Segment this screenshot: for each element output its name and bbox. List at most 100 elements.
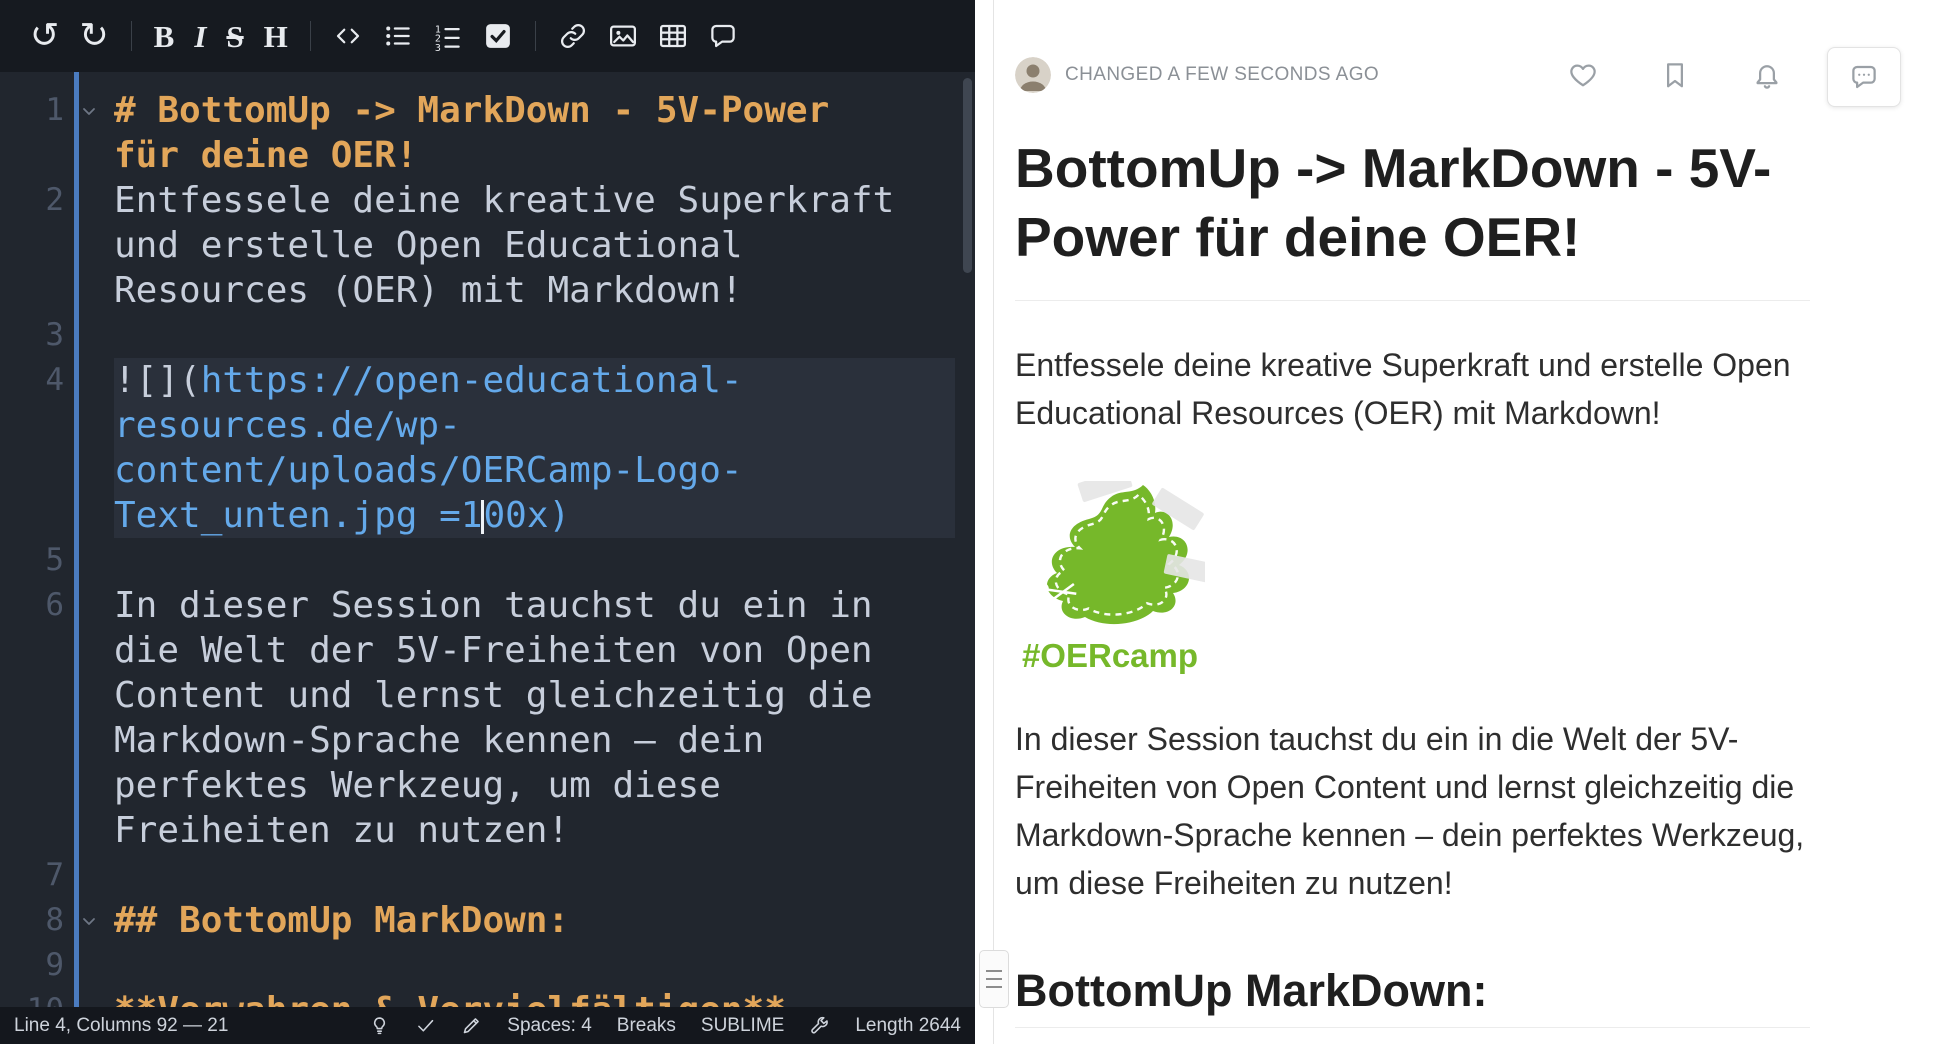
editor-line-8[interactable]: 8 ## BottomUp MarkDown: xyxy=(0,898,975,943)
code-row: resources.de/wp- xyxy=(114,403,955,448)
code-row: content/uploads/OERCamp-Logo- xyxy=(114,448,955,493)
redo-button[interactable]: ↻ xyxy=(69,13,118,59)
code-segment: Resources (OER) mit Markdown! xyxy=(114,270,743,311)
comment-button[interactable] xyxy=(698,13,748,59)
link-button[interactable] xyxy=(548,13,598,59)
image-button[interactable] xyxy=(598,13,648,59)
bookmark-button[interactable] xyxy=(1660,60,1690,90)
code-row xyxy=(114,943,955,988)
code-segment: # BottomUp -> MarkDown - 5V-Power xyxy=(114,90,829,131)
fold-gutter xyxy=(64,358,114,403)
bold-button[interactable]: B xyxy=(144,13,185,59)
editor-line-4[interactable]: 4 ![](https://open-educational-resources.… xyxy=(0,358,975,538)
code-segment: https://open-educational- xyxy=(201,360,743,401)
toolbar-separator xyxy=(535,21,536,51)
author-avatar[interactable] xyxy=(1015,57,1051,93)
table-button[interactable] xyxy=(648,13,698,59)
editor-line-7[interactable]: 7 xyxy=(0,853,975,898)
code-segment: **Verwahren & Vervielfältigen** xyxy=(114,990,786,1007)
code-row: Text_unten.jpg =100x) xyxy=(114,493,955,538)
markdown-editor[interactable]: 1# BottomUp -> MarkDown - 5V-Powerfür de… xyxy=(0,72,975,1007)
editor-line-2[interactable]: 2 Entfessele deine kreative Superkraftund… xyxy=(0,178,975,313)
preview-content: CHANGED A FEW SECONDS AGO BottomUp -> Ma… xyxy=(1015,0,1810,1028)
code-line: ![](https://open-educational-resources.d… xyxy=(114,358,955,538)
heading-button[interactable]: H xyxy=(254,13,298,59)
preferences-button[interactable] xyxy=(809,1015,830,1036)
doc-paragraph-2: In dieser Session tauchst du ein in die … xyxy=(1015,715,1810,907)
fold-gutter xyxy=(64,988,114,1007)
code-line: ## BottomUp MarkDown: xyxy=(114,898,955,943)
fold-gutter xyxy=(64,943,114,988)
theme-button[interactable] xyxy=(461,1015,482,1036)
strikethrough-button[interactable]: S xyxy=(216,13,253,59)
code-line xyxy=(114,943,955,988)
code-segment: und erstelle Open Educational xyxy=(114,225,743,266)
line-number: 2 xyxy=(0,178,64,223)
italic-button[interactable]: I xyxy=(184,13,216,59)
code-segment: ![]( xyxy=(114,360,201,401)
code-row: die Welt der 5V-Freiheiten von Open xyxy=(114,628,955,673)
editor-line-1[interactable]: 1# BottomUp -> MarkDown - 5V-Powerfür de… xyxy=(0,88,975,178)
svg-text:3: 3 xyxy=(435,43,441,51)
editor-toolbar: ↺↻ BISH 123 xyxy=(0,0,975,72)
pencil-icon xyxy=(461,1015,482,1036)
subscribe-button[interactable] xyxy=(1752,60,1782,90)
editor-scrollbar[interactable] xyxy=(963,78,972,273)
heading-icon: H xyxy=(264,21,288,52)
unordered-list-button[interactable] xyxy=(373,13,423,59)
code-line xyxy=(114,853,955,898)
spellcheck-button[interactable] xyxy=(415,1015,436,1036)
editor-line-5[interactable]: 5 xyxy=(0,538,975,583)
app-window: ↺↻ BISH 123 1# BottomUp -> MarkDown - 5V-P… xyxy=(0,0,1938,1044)
linebreak-setting[interactable]: Breaks xyxy=(617,1015,676,1037)
like-button[interactable] xyxy=(1568,60,1598,90)
fold-toggle[interactable] xyxy=(64,88,114,133)
comment-dots-icon xyxy=(1849,62,1879,92)
code-row: für deine OER! xyxy=(114,133,955,178)
oercamp-flame-graphic xyxy=(1015,481,1205,631)
editor-line-10[interactable]: 10 **Verwahren & Vervielfältigen** xyxy=(0,988,975,1007)
editor-line-9[interactable]: 9 xyxy=(0,943,975,988)
line-number: 4 xyxy=(0,358,64,403)
chevron-down-icon xyxy=(77,99,101,123)
editor-line-3[interactable]: 3 xyxy=(0,313,975,358)
line-number: 10 xyxy=(0,988,64,1007)
ordered-list-button[interactable]: 123 xyxy=(423,13,473,59)
code-row xyxy=(114,538,955,583)
undo-button[interactable]: ↺ xyxy=(20,13,69,59)
line-number: 3 xyxy=(0,313,64,358)
line-number: 9 xyxy=(0,943,64,988)
checklist-button[interactable] xyxy=(473,13,523,59)
editor-pane: ↺↻ BISH 123 1# BottomUp -> MarkDown - 5V-P… xyxy=(0,0,975,1044)
code-row: Content und lernst gleichzeitig die xyxy=(114,673,955,718)
fold-toggle[interactable] xyxy=(64,898,114,943)
comment-fab-button[interactable] xyxy=(1827,47,1901,107)
fold-gutter xyxy=(64,583,114,628)
code-row: Resources (OER) mit Markdown! xyxy=(114,268,955,313)
code-segment: die Welt der 5V-Freiheiten von Open xyxy=(114,630,873,671)
pane-resize-grip[interactable] xyxy=(979,950,1009,1008)
code-segment: ## BottomUp MarkDown: xyxy=(114,900,569,941)
toolbar-separator xyxy=(310,21,311,51)
code-segment: In dieser Session tauchst du ein in xyxy=(114,585,873,626)
code-line xyxy=(114,538,955,583)
bullet-list-icon xyxy=(383,21,413,51)
code-button[interactable] xyxy=(323,13,373,59)
keymap-setting[interactable]: SUBLIME xyxy=(701,1015,784,1037)
indent-setting[interactable]: Spaces: 4 xyxy=(507,1015,592,1037)
code-row: ![](https://open-educational- xyxy=(114,358,955,403)
line-number: 7 xyxy=(0,853,64,898)
indent-setting-label: Spaces: 4 xyxy=(507,1015,592,1037)
code-line: In dieser Session tauchst du ein indie W… xyxy=(114,583,955,853)
code-row: **Verwahren & Vervielfältigen** xyxy=(114,988,955,1007)
oercamp-logo-caption: #OERcamp xyxy=(1015,637,1205,675)
editor-line-6[interactable]: 6In dieser Session tauchst du ein indie … xyxy=(0,583,975,853)
last-changed-text: CHANGED A FEW SECONDS AGO xyxy=(1065,64,1379,86)
night-mode-button[interactable] xyxy=(369,1015,390,1036)
line-number: 8 xyxy=(0,898,64,943)
pane-divider xyxy=(975,0,994,1044)
code-segment: Entfessele deine kreative Superkraft xyxy=(114,180,894,221)
code-segment: Markdown-Sprache kennen – dein xyxy=(114,720,764,761)
toolbar-separator xyxy=(131,21,132,51)
wrench-icon xyxy=(809,1015,830,1036)
